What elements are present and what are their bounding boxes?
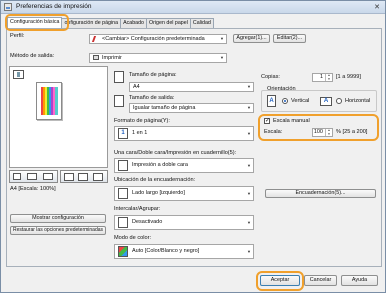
duplex-icon <box>27 173 37 180</box>
booklet-icon <box>43 173 53 180</box>
collate-select[interactable]: Desactivado ▼ <box>114 215 254 230</box>
duplex-value: Impresión a doble cara <box>132 162 188 168</box>
output-method-label: Método de salida: <box>10 53 55 59</box>
profile-label: Perfil: <box>10 33 25 39</box>
help-button[interactable]: Ayuda <box>341 275 378 286</box>
output-method-value: Imprimir <box>102 55 122 61</box>
preview-caption: A4 [Escala: 100%] <box>10 186 56 192</box>
print-preferences-window: Preferencias de impresión ✕ Configuració… <box>0 0 386 293</box>
staple-icon <box>64 173 74 181</box>
title-bar: Preferencias de impresión ✕ <box>1 1 385 14</box>
tab-paper-source[interactable]: Origen del papel <box>146 18 191 28</box>
basic-tab-highlight <box>5 14 69 31</box>
binding-label: Ubicación de la encuadernación: <box>114 177 196 183</box>
portrait-label: Vertical <box>291 98 310 104</box>
output-size-value: Igualar tamaño de página <box>133 105 196 111</box>
copies-range: [1 a 9999] <box>336 74 361 80</box>
tab-quality[interactable]: Calidad <box>189 18 214 28</box>
spin-arrows-icon[interactable]: ▲ ▼ <box>325 73 332 81</box>
layout-view-buttons[interactable] <box>9 170 58 183</box>
tab-page-setup[interactable]: onfiguración de página <box>61 18 122 28</box>
profile-value: <Cambiar> Configuración predeterminada <box>102 36 205 42</box>
output-size-label: Tamaño de salida: <box>129 95 175 101</box>
page-layout-icon: 1 <box>118 128 128 139</box>
print-preview <box>9 66 108 168</box>
cancel-button[interactable]: Cancelar <box>304 275 337 286</box>
color-mode-icon <box>118 246 128 257</box>
fold-icon <box>93 173 103 181</box>
edit-profile-button[interactable]: Editar(2)... <box>273 34 306 43</box>
page-layout-select[interactable]: 1 1 en 1 ▼ <box>114 126 254 141</box>
landscape-label: Horizontal <box>345 98 371 104</box>
add-profile-button[interactable]: Agregar(1)... <box>233 34 270 43</box>
color-mode-select[interactable]: Auto [Color/Blanco y negro] ▼ <box>114 244 254 259</box>
binding-button[interactable]: Encuadernación(5)... <box>265 189 376 198</box>
chevron-down-icon: ▼ <box>247 249 251 254</box>
page-layout-value: 1 en 1 <box>132 130 148 136</box>
chevron-down-icon: ▼ <box>247 191 251 196</box>
page-icon <box>13 173 21 180</box>
output-size-icon <box>114 95 124 107</box>
basic-settings-panel: Perfil: <Cambiar> Configuración predeter… <box>6 28 382 267</box>
punch-icon <box>78 173 88 181</box>
collate-icon <box>118 217 128 228</box>
page-layout-label: Formato de página(Y): <box>114 118 170 124</box>
page-size-label: Tamaño de página: <box>129 72 177 78</box>
copies-label: Copias: <box>261 74 280 80</box>
collate-label: Intercalar/Agrupar: <box>114 206 161 212</box>
chevron-down-icon: ▼ <box>247 105 251 110</box>
portrait-icon: A <box>267 95 276 107</box>
chevron-down-icon: ▼ <box>247 220 251 225</box>
restore-defaults-button[interactable]: Restaurar las opciones predeterminadas <box>10 226 106 235</box>
manual-scaling-highlight <box>258 114 379 141</box>
copies-stepper[interactable]: 1 ▲ ▼ <box>312 73 333 82</box>
duplex-select[interactable]: Impresión a doble cara ▼ <box>114 158 254 173</box>
binding-icon <box>118 188 128 199</box>
close-icon[interactable]: ✕ <box>372 3 382 12</box>
preview-page <box>36 82 62 120</box>
window-title: Preferencias de impresión <box>16 3 92 10</box>
ok-button-highlight <box>256 271 304 291</box>
profile-select[interactable]: <Cambiar> Configuración predeterminada ▼ <box>89 34 227 44</box>
page-view-icon[interactable] <box>13 70 24 79</box>
page-size-value: A4 <box>133 84 140 90</box>
chevron-down-icon: ▼ <box>247 131 251 136</box>
chevron-down-icon: ▼ <box>247 84 251 89</box>
printer-icon <box>4 3 12 11</box>
output-method-select[interactable]: Imprimir ▼ <box>89 53 227 63</box>
duplex-icon <box>118 160 128 171</box>
chevron-down-icon: ▼ <box>220 55 224 60</box>
page-size-icon <box>114 71 124 83</box>
finish-view-buttons[interactable] <box>60 170 108 183</box>
printer-icon <box>93 55 99 60</box>
pencil-icon <box>91 36 101 42</box>
color-mode-label: Modo de color: <box>114 235 152 241</box>
chevron-down-icon: ▼ <box>247 163 251 168</box>
page-size-select[interactable]: A4 ▼ <box>129 82 254 92</box>
preview-color-bars <box>41 87 58 115</box>
binding-value: Lado largo [izquierdo] <box>132 190 185 196</box>
landscape-radio[interactable] <box>336 98 342 104</box>
show-settings-button[interactable]: Mostrar configuración <box>10 214 106 223</box>
duplex-label: Una cara/Doble cara/Impresión en cuadern… <box>114 150 237 156</box>
landscape-icon: A <box>320 97 332 106</box>
color-mode-value: Auto [Color/Blanco y negro] <box>132 248 200 254</box>
portrait-radio[interactable] <box>282 98 288 104</box>
copies-value: 1 <box>319 74 323 80</box>
tab-finishing[interactable]: Acabado <box>120 18 147 28</box>
chevron-down-icon: ▼ <box>220 36 224 41</box>
output-size-select[interactable]: Igualar tamaño de página ▼ <box>129 103 254 113</box>
binding-select[interactable]: Lado largo [izquierdo] ▼ <box>114 186 254 201</box>
collate-value: Desactivado <box>132 219 163 225</box>
